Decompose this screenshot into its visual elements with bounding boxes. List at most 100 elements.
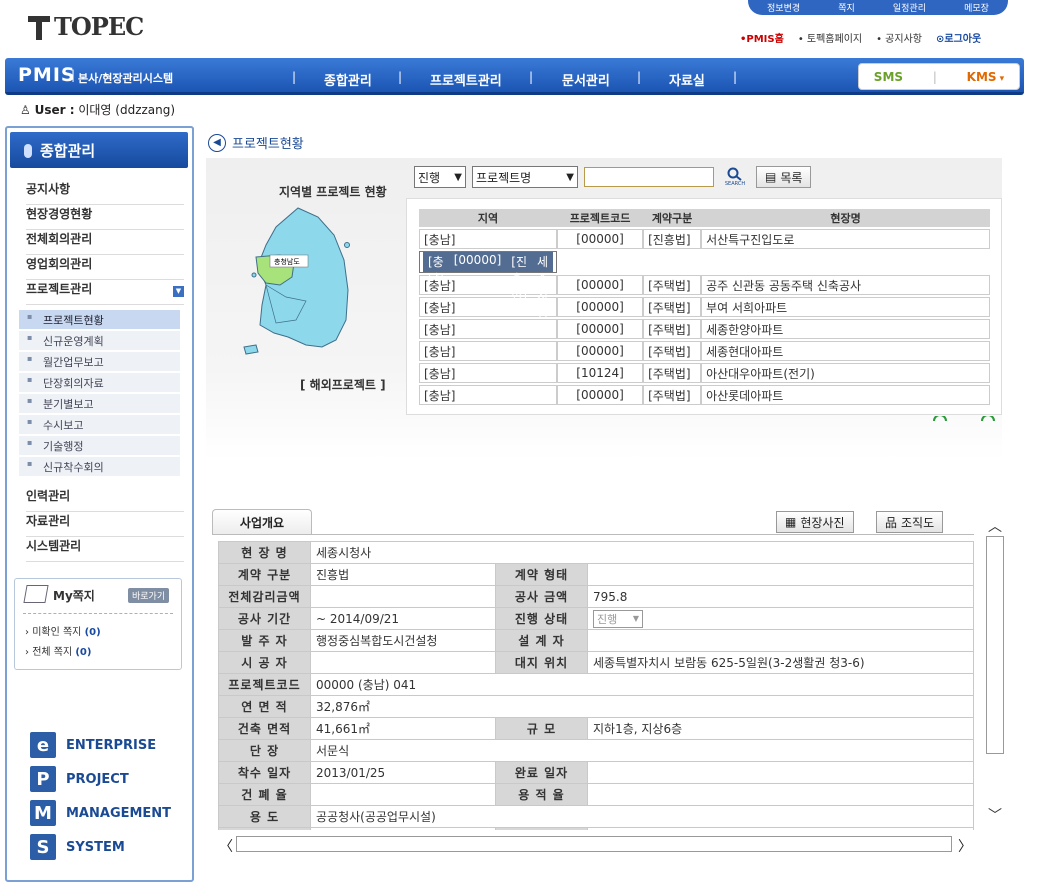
sidebar-sub-quarterly-report[interactable]: 분기별보고 <box>19 394 180 414</box>
sidebar-sub-monthly-report[interactable]: 월간업무보고 <box>19 352 180 372</box>
org-chart-button[interactable]: 品 조직도 <box>876 511 944 533</box>
top-nav-memo[interactable]: 메모장 <box>964 1 989 14</box>
cell-contract: [주택법] <box>643 385 702 405</box>
back-arrow-icon[interactable]: ◀ <box>208 133 226 152</box>
menu-project[interactable]: 프로젝트관리 <box>430 70 502 89</box>
site-photo-button[interactable]: ▦ 현장사진 <box>776 511 854 533</box>
scroll-right-icon[interactable]: 〉 <box>958 836 972 856</box>
sidebar-item-all-meetings[interactable]: 전체회의관리 <box>26 230 184 255</box>
brand-system: S SYSTEM <box>30 834 125 860</box>
table-row[interactable]: [충남] [00000] [주택법] 세종현대아파트 <box>419 341 990 361</box>
menu-general[interactable]: 종합관리 <box>324 70 372 89</box>
table-row[interactable]: [충남] [00000] [진흥법] 서산특구진입도로 <box>419 229 990 249</box>
overseas-projects-link[interactable]: [ 해외프로젝트 ] <box>300 376 386 393</box>
map-island-ulleung[interactable] <box>344 242 350 248</box>
detail-value: 진흥법 <box>310 563 496 586</box>
title-separator: | <box>71 68 76 82</box>
scroll-down-icon[interactable]: ﹀ <box>988 805 1002 825</box>
scroll-up-icon[interactable]: ︿ <box>988 516 1002 536</box>
page-title: ◀ 프로젝트현황 <box>208 133 304 152</box>
col-region: 지역 <box>419 209 558 227</box>
search-button[interactable]: SEARCH <box>720 167 750 187</box>
progress-status-value: 진행 <box>597 612 618 626</box>
tab-business-overview[interactable]: 사업개요 <box>212 509 312 535</box>
table-row[interactable]: [충남][00000][진흥법]세종시청사 <box>419 251 558 337</box>
sidebar-sub-new-plan[interactable]: 신규운영계획 <box>19 331 180 351</box>
detail-label: 프로젝트코드 <box>218 673 311 696</box>
cell-code: [00000] <box>557 385 644 405</box>
unread-memo-label: 미확인 쪽지 <box>32 627 82 638</box>
pager-dot[interactable] <box>981 416 995 422</box>
logout-link[interactable]: ⊙로그아웃 <box>936 30 981 45</box>
menu-documents[interactable]: 문서관리 <box>562 70 610 89</box>
progress-status-select[interactable]: 진행 ▼ <box>593 609 643 628</box>
table-row[interactable]: [충남] [00000] [주택법] 부여 서희아파트 <box>419 297 990 317</box>
notice-link[interactable]: • 공지사항 <box>876 30 922 45</box>
table-row[interactable]: [충남] [00000] [주택법] 세종한양아파트 <box>419 319 990 339</box>
collapse-icon[interactable]: ▼ <box>173 286 184 297</box>
memo-go-button[interactable]: 바로가기 <box>128 588 170 603</box>
horizontal-scrollbar[interactable] <box>236 836 952 852</box>
sms-kms-box: SMS | KMS ▾ <box>858 63 1020 90</box>
pmis-home-link[interactable]: •PMIS홈 <box>740 30 784 45</box>
all-memo-link[interactable]: › 전체 쪽지 (0) <box>25 643 91 658</box>
search-icon-label: SEARCH <box>724 181 746 187</box>
unread-memo-link[interactable]: › 미확인 쪽지 (0) <box>25 623 101 638</box>
table-header-row: 지역 프로젝트코드 계약구분 현장명 <box>419 209 990 227</box>
top-nav-message[interactable]: 쪽지 <box>838 1 855 14</box>
map-region-jeju[interactable] <box>243 344 259 355</box>
chevron-down-icon: ▼ <box>566 171 574 183</box>
notice-label: 공지사항 <box>885 34 922 45</box>
detail-label: 용 도 <box>218 805 311 828</box>
list-button[interactable]: ▤ 목록 <box>756 166 812 188</box>
sidebar-sub-leader-meeting[interactable]: 단장회의자료 <box>19 373 180 393</box>
menu-library[interactable]: 자료실 <box>669 70 705 89</box>
vertical-scrollbar[interactable] <box>986 536 1004 754</box>
detail-label: 진행 상태 <box>495 607 588 630</box>
sidebar-item-data[interactable]: 자료관리 <box>26 512 184 537</box>
top-nav-schedule[interactable]: 일정관리 <box>893 1 926 14</box>
table-row[interactable]: [충남] [00000] [주택법] 아산롯데아파트 <box>419 385 990 405</box>
detail-label: 발 주 자 <box>218 629 311 652</box>
sms-button[interactable]: SMS <box>874 70 903 84</box>
sidebar-sub-adhoc-report[interactable]: 수시보고 <box>19 415 180 435</box>
sidebar-item-hr[interactable]: 인력관리 <box>26 487 184 512</box>
kms-button[interactable]: KMS ▾ <box>967 70 1005 84</box>
detail-label: 대지 위치 <box>495 651 588 674</box>
field-select[interactable]: 프로젝트명 ▼ <box>472 166 578 188</box>
sms-kms-separator: | <box>932 69 938 84</box>
table-row[interactable]: [충남] [10124] [주택법] 아산대우아파트(전기) <box>419 363 990 383</box>
sidebar-item-notice[interactable]: 공지사항 <box>26 180 184 205</box>
table-row[interactable]: [충남] [00000] [주택법] 공주 신관동 공동주택 신축공사 <box>419 275 990 295</box>
cell-code: [00000] <box>557 275 644 295</box>
sidebar-item-system[interactable]: 시스템관리 <box>26 537 184 562</box>
sidebar-item-site-management[interactable]: 현장경영현황 <box>26 205 184 230</box>
map-island[interactable] <box>251 272 257 278</box>
detail-value: 공공청사(공공업무시설) <box>310 805 974 828</box>
topec-home-link[interactable]: • 토펙홈페이지 <box>798 30 862 45</box>
scroll-left-icon[interactable]: 〈 <box>219 836 233 856</box>
detail-value <box>587 783 974 806</box>
top-nav-profile[interactable]: 정보변경 <box>767 1 800 14</box>
pager-dot[interactable] <box>933 416 947 422</box>
detail-scroll-area[interactable]: 현 장 명 세종시청사 계약 구분 진흥법 계약 형태 전체감리금액 공사 금액 795.8 공… <box>206 540 986 830</box>
topec-logo[interactable]: TOPEC <box>28 12 144 41</box>
brand-text: SYSTEM <box>66 839 125 855</box>
cell-region: [충남] <box>423 252 449 286</box>
detail-label: 건 폐 율 <box>218 783 311 806</box>
sidebar-item-sales-meetings[interactable]: 영업회의관리 <box>26 255 184 280</box>
cell-contract: [주택법] <box>643 341 702 361</box>
menu-separator: | <box>398 70 403 84</box>
detail-row: 프로젝트코드 00000 (충남) 041 <box>218 673 974 696</box>
sidebar-item-project-management[interactable]: 프로젝트관리 <box>26 280 184 305</box>
pmis-home-label: PMIS홈 <box>746 34 784 45</box>
search-input[interactable] <box>584 167 714 187</box>
status-select[interactable]: 진행 ▼ <box>414 166 466 188</box>
sidebar-sub-tech-admin[interactable]: 기술행정 <box>19 436 180 456</box>
cell-code: [00000] <box>557 229 644 249</box>
detail-label: 계약 형태 <box>495 563 588 586</box>
sidebar-sub-kickoff-meeting[interactable]: 신규착수회의 <box>19 457 180 477</box>
detail-row: 현 장 명 세종시청사 <box>218 541 974 564</box>
sidebar-sub-project-status[interactable]: 프로젝트현황 <box>19 310 180 330</box>
cell-site-name: 부여 서희아파트 <box>701 297 990 317</box>
